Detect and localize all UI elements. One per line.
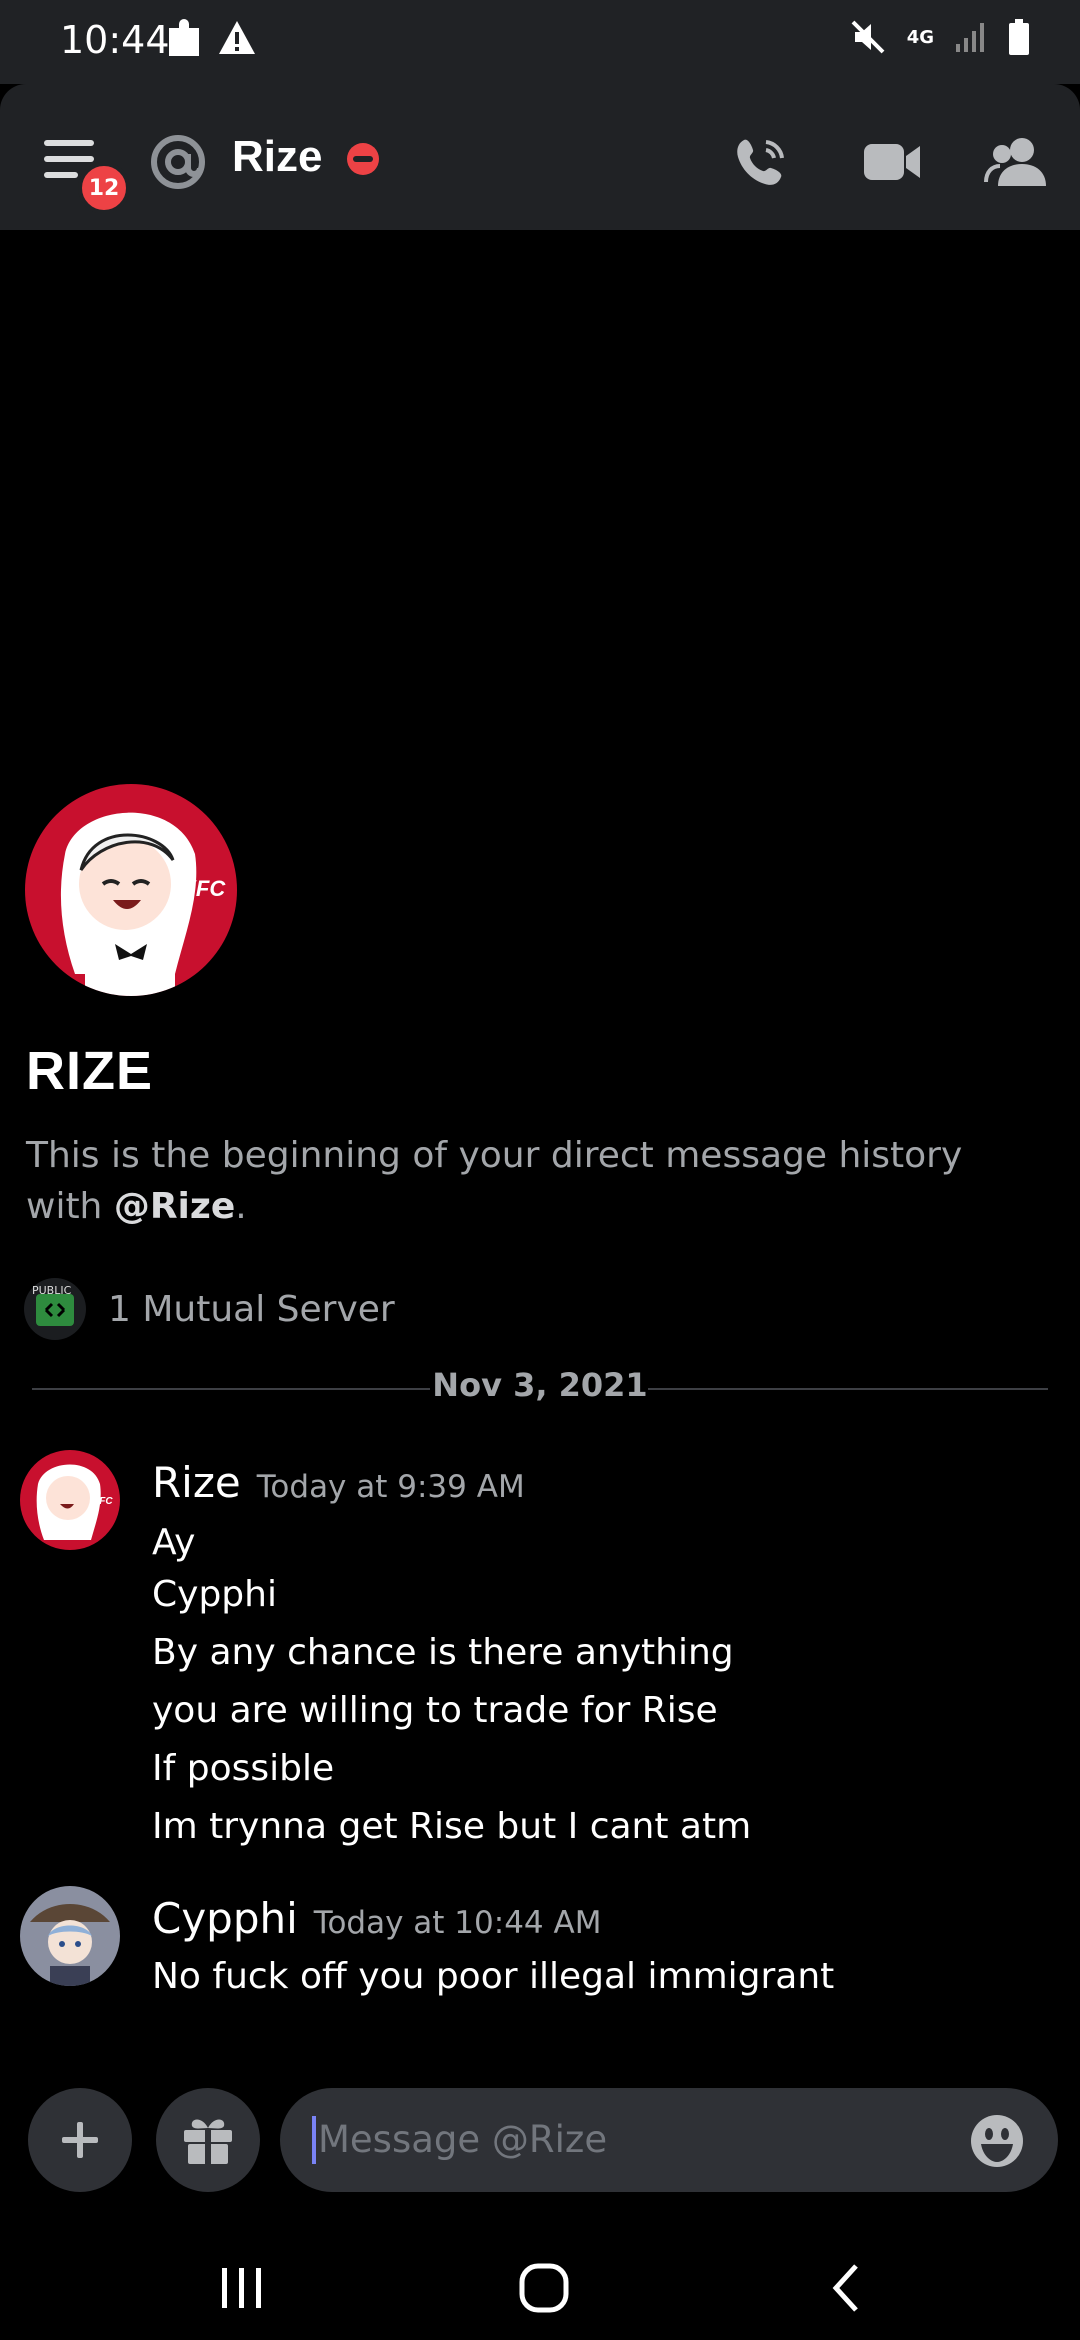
mutual-servers-row[interactable]: PUBLIC 1 Mutual Server bbox=[24, 1278, 395, 1340]
text-caret bbox=[312, 2116, 316, 2164]
status-system-icons: 4G bbox=[849, 18, 1030, 56]
avatar[interactable] bbox=[20, 1886, 120, 1986]
gift-button[interactable] bbox=[156, 2088, 260, 2192]
message-author[interactable]: Cypphi bbox=[152, 1894, 298, 1943]
back-icon[interactable] bbox=[818, 2258, 878, 2318]
status-notification-icons bbox=[165, 18, 257, 62]
recent-apps-icon[interactable] bbox=[212, 2258, 272, 2318]
avatar[interactable]: KFC bbox=[20, 1450, 120, 1550]
battery-icon bbox=[1009, 19, 1029, 55]
message-author[interactable]: Rize bbox=[152, 1458, 241, 1507]
message-line: No fuck off you poor illegal immigrant bbox=[152, 1956, 835, 1997]
network-type: 4G bbox=[906, 26, 934, 48]
svg-text:KFC: KFC bbox=[92, 1496, 113, 1507]
puzzle-icon bbox=[169, 19, 199, 56]
at-sign-icon bbox=[151, 135, 205, 189]
video-call-icon[interactable] bbox=[860, 130, 924, 194]
status-bar: 10:44 4G bbox=[0, 0, 1080, 84]
system-navigation-bar bbox=[0, 2220, 1080, 2340]
message-line: If possible bbox=[152, 1748, 335, 1789]
voice-call-icon[interactable] bbox=[730, 130, 794, 194]
channel-title[interactable]: Rize bbox=[232, 132, 322, 182]
intro-mention[interactable]: @Rize bbox=[114, 1186, 235, 1227]
status-time: 10:44 bbox=[60, 18, 170, 62]
server-icon: PUBLIC bbox=[24, 1278, 86, 1340]
profile-name: RIZE bbox=[26, 1041, 154, 1101]
message-line: Ay bbox=[152, 1522, 196, 1563]
mutual-servers-text: 1 Mutual Server bbox=[108, 1288, 395, 1330]
emoji-icon[interactable] bbox=[970, 2114, 1024, 2168]
plus-icon bbox=[62, 2122, 98, 2158]
gift-icon bbox=[184, 2119, 232, 2166]
message-placeholder: Message @Rize bbox=[318, 2118, 608, 2161]
svg-text:KFC: KFC bbox=[180, 876, 226, 901]
home-icon[interactable] bbox=[514, 2258, 574, 2318]
message-timestamp: Today at 10:44 AM bbox=[313, 1905, 602, 1941]
message-input[interactable]: Message @Rize bbox=[280, 2088, 1058, 2192]
message-line: you are willing to trade for Rise bbox=[152, 1690, 718, 1731]
message-line: By any chance is there anything bbox=[152, 1632, 734, 1673]
mute-icon bbox=[851, 20, 885, 54]
warning-icon bbox=[219, 21, 255, 54]
intro-end: . bbox=[235, 1186, 247, 1227]
do-not-disturb-icon bbox=[347, 143, 379, 175]
message-header: Cypphi Today at 10:44 AM bbox=[152, 1894, 601, 1943]
attach-button[interactable] bbox=[28, 2088, 132, 2192]
notification-badge: 12 bbox=[78, 162, 130, 214]
date-divider: Nov 3, 2021 bbox=[32, 1366, 1048, 1404]
dm-intro-text: This is the beginning of your direct mes… bbox=[26, 1130, 1046, 1232]
message-line: Cypphi bbox=[152, 1574, 277, 1615]
message-timestamp: Today at 9:39 AM bbox=[256, 1469, 525, 1505]
channel-header: 12 Rize bbox=[0, 84, 1080, 230]
message-header: Rize Today at 9:39 AM bbox=[152, 1458, 525, 1507]
signal-icon bbox=[956, 23, 984, 52]
server-icon-label: PUBLIC bbox=[32, 1284, 72, 1297]
member-list-icon[interactable] bbox=[984, 130, 1048, 194]
profile-avatar[interactable]: KFC bbox=[25, 784, 237, 996]
message-line: Im trynna get Rise but I cant atm bbox=[152, 1806, 752, 1847]
divider-date: Nov 3, 2021 bbox=[432, 1366, 648, 1404]
